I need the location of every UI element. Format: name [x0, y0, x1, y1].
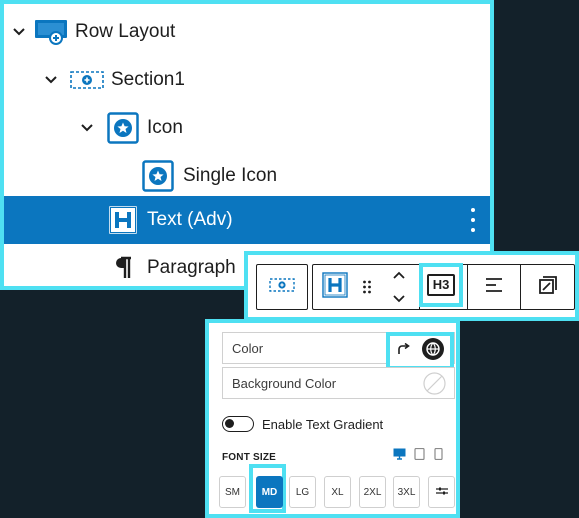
font-size-md-button[interactable]: MD — [256, 476, 283, 508]
mobile-device-icon[interactable] — [434, 447, 443, 465]
sliders-icon — [435, 486, 448, 499]
section-icon — [269, 277, 295, 298]
color-label: Color — [232, 340, 264, 356]
move-buttons — [379, 265, 419, 309]
toolbar-parent-group — [256, 264, 308, 310]
text-settings-panel: Color Background Color Enable Text Gradi… — [205, 319, 460, 518]
align-button[interactable] — [468, 265, 520, 309]
chevron-down-icon[interactable] — [44, 73, 58, 87]
select-parent-button[interactable] — [257, 265, 307, 309]
chevron-down-icon[interactable] — [80, 121, 94, 135]
block-toolbar: H3 — [244, 251, 579, 321]
list-item-label: Icon — [147, 117, 183, 138]
block-type-button[interactable] — [313, 265, 357, 309]
heading-h-icon — [322, 271, 348, 303]
heading-h-icon — [106, 203, 140, 237]
font-size-sm-button[interactable]: SM — [219, 476, 246, 508]
heading-level-label: H3 — [426, 274, 456, 296]
list-item-section[interactable]: Section1 — [4, 56, 490, 104]
copy-styles-icon — [538, 275, 558, 300]
list-item-single-icon[interactable]: Single Icon — [4, 152, 490, 200]
custom-size-button[interactable] — [428, 476, 455, 508]
heading-level-button[interactable]: H3 — [419, 263, 463, 307]
empty-color-swatch-icon[interactable] — [423, 372, 446, 398]
chevron-up-icon[interactable] — [393, 266, 405, 284]
background-color-label: Background Color — [232, 375, 337, 391]
list-item-label: Paragraph — [147, 257, 236, 278]
font-size-2xl-button[interactable]: 2XL — [359, 476, 386, 508]
row-layout-icon — [34, 15, 68, 49]
font-size-md-highlight: MD — [249, 464, 286, 513]
font-size-xl-button[interactable]: XL — [324, 476, 351, 508]
toggle-knob — [225, 419, 234, 428]
color-controls — [386, 332, 454, 370]
single-icon-icon — [141, 159, 175, 193]
list-view-panel: Row Layout Section1 Icon Single Icon Tex… — [0, 0, 494, 290]
font-size-heading: FONT SIZE — [222, 452, 277, 463]
icon-block-icon — [106, 111, 140, 145]
reset-icon[interactable] — [396, 342, 410, 360]
text-gradient-toggle[interactable] — [222, 416, 254, 432]
list-item-label: Section1 — [111, 69, 185, 90]
font-size-3xl-button[interactable]: 3XL — [393, 476, 420, 508]
align-left-icon — [484, 276, 504, 299]
chevron-down-icon[interactable] — [393, 290, 405, 308]
section-icon — [70, 63, 104, 97]
global-color-picker-icon[interactable] — [421, 337, 445, 366]
gradient-toggle-label: Enable Text Gradient — [262, 417, 384, 432]
drag-handle-icon[interactable] — [357, 265, 377, 309]
tablet-device-icon[interactable] — [414, 447, 425, 465]
more-options-icon[interactable] — [468, 208, 478, 232]
desktop-device-icon[interactable] — [393, 447, 406, 465]
list-item-text-adv[interactable]: Text (Adv) — [4, 196, 490, 244]
list-item-icon-block[interactable]: Icon — [4, 104, 490, 152]
chevron-down-icon[interactable] — [12, 25, 26, 39]
list-item-label: Row Layout — [75, 21, 176, 42]
copy-styles-button[interactable] — [521, 265, 574, 309]
list-item-label: Single Icon — [183, 165, 278, 186]
list-item-row-layout[interactable]: Row Layout — [4, 8, 490, 56]
background-color-setting[interactable]: Background Color — [222, 367, 455, 399]
font-size-lg-button[interactable]: LG — [289, 476, 316, 508]
pilcrow-icon — [106, 251, 140, 285]
list-item-label: Text (Adv) — [147, 209, 233, 230]
